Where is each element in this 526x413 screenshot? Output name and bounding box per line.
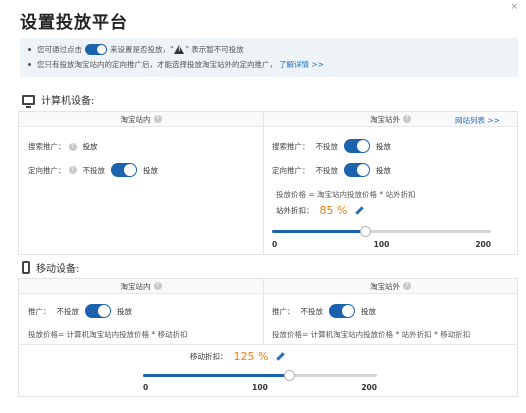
mobile-outer-toggle[interactable] (329, 304, 355, 318)
mobile-inner-promo-row: 推广： 不投放 投放 (28, 304, 132, 318)
section-label: 移动设备: (36, 264, 80, 275)
slider-tick-label: 100 (252, 383, 268, 392)
column-divider (263, 111, 264, 255)
computer-inner-target-row: 定向推广： ? 不投放 投放 (28, 163, 158, 177)
notice-line-1: 您可通过点击 来设置是否投放，" " 表示暂不可投放 (28, 42, 510, 57)
page-title: 设置投放平台 (20, 13, 128, 33)
outer-price-formula: 投放价格 = 淘宝站内投放价格 * 站外折扣 (276, 190, 416, 199)
notice-text: 来设置是否投放，" (110, 45, 174, 54)
computer-outer-target-row: 定向推广： 不投放 投放 (272, 163, 391, 177)
row-divider (19, 344, 517, 345)
pencil-icon[interactable] (355, 207, 363, 215)
slider-thumb[interactable] (284, 370, 296, 381)
slider-tick-label: 200 (361, 383, 377, 392)
mobile-discount-value: 125 % (233, 350, 269, 363)
help-icon[interactable]: ? (153, 282, 162, 290)
mobile-inner-toggle[interactable] (85, 304, 111, 318)
notice-line-2: 您只有投放淘宝站内的定向推广后，才能选择投放淘宝站外的定向推广， 了解详情 >> (28, 57, 510, 72)
bullet-icon (28, 48, 31, 51)
section-label: 计算机设备: (41, 96, 95, 107)
slider-tick-label: 0 (143, 383, 149, 392)
computer-inner-header: 淘宝站内? (19, 112, 263, 127)
outer-discount-value: 85 % (319, 204, 348, 217)
mobile-discount-slider[interactable] (143, 369, 377, 383)
help-icon[interactable]: ? (153, 115, 162, 123)
mobile-section-header: 移动设备: (22, 260, 79, 275)
help-icon[interactable]: ? (403, 282, 411, 290)
mobile-inner-header: 淘宝站内? (19, 279, 263, 294)
notice-box: 您可通过点击 来设置是否投放，" " 表示暂不可投放 您只有投放淘宝站内的定向推… (20, 38, 518, 77)
toggle-sample-icon (85, 44, 107, 55)
learn-more-link[interactable]: 了解详情 >> (279, 59, 324, 70)
computer-outer-target-toggle[interactable] (344, 163, 370, 177)
mobile-outer-header: 淘宝站外? (264, 279, 517, 294)
mobile-outer-formula: 投放价格= 计算机淘宝站内投放价格 * 站外折扣 * 移动折扣 (272, 330, 471, 339)
mobile-discount: 移动折扣： 125 % (190, 350, 284, 363)
computer-outer-search-row: 搜索推广： 不投放 投放 (272, 139, 391, 153)
help-icon[interactable]: ? (68, 142, 77, 151)
pencil-icon[interactable] (276, 353, 284, 361)
slider-tick-label: 0 (272, 240, 278, 249)
monitor-icon (22, 94, 35, 108)
outer-discount-slider[interactable] (272, 225, 491, 239)
outer-discount: 站外折扣： 85 % (276, 204, 363, 217)
help-icon[interactable]: ? (403, 115, 411, 123)
search-status: 投放 (82, 142, 98, 151)
slider-tick-label: 100 (373, 240, 390, 249)
mobile-inner-formula: 投放价格= 计算机淘宝站内投放价格 * 移动折扣 (28, 330, 188, 339)
bullet-icon (28, 63, 31, 66)
mobile-outer-promo-row: 推广： 不投放 投放 (272, 304, 376, 318)
computer-section-header: 计算机设备: (22, 92, 95, 108)
notice-text: " 表示暂不可投放 (185, 45, 244, 54)
slider-tick-label: 200 (475, 240, 491, 249)
close-icon[interactable]: × (510, 2, 518, 12)
help-icon[interactable]: ? (68, 166, 77, 174)
slider-thumb[interactable] (360, 226, 372, 237)
site-list-link[interactable]: 网站列表 >> (455, 115, 500, 126)
computer-outer-search-toggle[interactable] (344, 139, 370, 153)
notice-text: 您只有投放淘宝站内的定向推广后，才能选择投放淘宝站外的定向推广， (37, 60, 277, 69)
computer-inner-target-toggle[interactable] (111, 163, 137, 177)
phone-icon (22, 261, 30, 274)
computer-inner-search-row: 搜索推广： ? 投放 (28, 142, 98, 151)
warning-icon (174, 45, 185, 54)
notice-text: 您可通过点击 (37, 45, 82, 54)
